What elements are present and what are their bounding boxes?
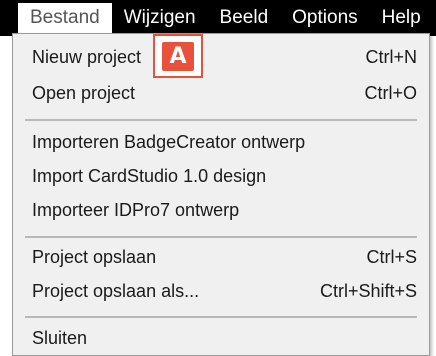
menu-item-import-cardstudio[interactable]: Import CardStudio 1.0 design xyxy=(13,160,429,192)
menu-help[interactable]: Help xyxy=(370,3,433,33)
menu-item-shortcut: Ctrl+Shift+S xyxy=(319,280,417,301)
menu-item-shortcut: Ctrl+O xyxy=(364,82,417,103)
menu-separator xyxy=(25,316,417,318)
menu-wijzigen-label: Wijzigen xyxy=(123,7,196,28)
menu-item-project-opslaan-als[interactable]: Project opslaan als... Ctrl+Shift+S xyxy=(13,275,429,307)
menu-bar: Bestand Wijzigen Beeld Options Help xyxy=(0,0,436,36)
menu-item-import-badgecreator[interactable]: Importeren BadgeCreator ontwerp xyxy=(13,126,429,158)
menu-item-sluiten[interactable]: Sluiten xyxy=(13,322,429,354)
menu-item-label: Open project xyxy=(32,82,136,103)
menu-item-label: Project opslaan als... xyxy=(32,280,200,301)
menu-item-project-opslaan[interactable]: Project opslaan Ctrl+S xyxy=(13,241,429,273)
menu-item-label: Sluiten xyxy=(32,327,88,348)
menu-beeld-label: Beeld xyxy=(219,7,269,28)
bestand-dropdown-menu: Nieuw project Ctrl+N Open project Ctrl+O… xyxy=(12,33,430,356)
annotation-badge-a: A xyxy=(153,34,203,78)
menu-wijzigen[interactable]: Wijzigen xyxy=(112,3,208,33)
menu-help-label: Help xyxy=(381,7,421,28)
menu-item-open-project[interactable]: Open project Ctrl+O xyxy=(13,77,429,109)
menu-options[interactable]: Options xyxy=(280,3,369,33)
menu-item-label: Import CardStudio 1.0 design xyxy=(32,165,267,186)
menu-separator xyxy=(25,119,417,121)
menu-beeld[interactable]: Beeld xyxy=(208,3,281,33)
annotation-label: A xyxy=(162,41,194,71)
menu-item-shortcut: Ctrl+S xyxy=(366,246,417,267)
menu-item-nieuw-project[interactable]: Nieuw project Ctrl+N xyxy=(13,41,429,73)
menu-item-shortcut: Ctrl+N xyxy=(365,46,417,67)
menu-options-label: Options xyxy=(292,7,358,28)
menu-bestand[interactable]: Bestand xyxy=(18,3,112,33)
menu-item-label: Importeren BadgeCreator ontwerp xyxy=(32,131,306,152)
menu-item-label: Importeer IDPro7 ontwerp xyxy=(32,199,240,220)
menu-separator xyxy=(25,236,417,238)
menu-item-label: Project opslaan xyxy=(32,246,157,267)
menu-item-import-idpro7[interactable]: Importeer IDPro7 ontwerp xyxy=(13,194,429,226)
menu-bestand-label: Bestand xyxy=(30,7,100,28)
menu-item-label: Nieuw project xyxy=(32,46,142,67)
